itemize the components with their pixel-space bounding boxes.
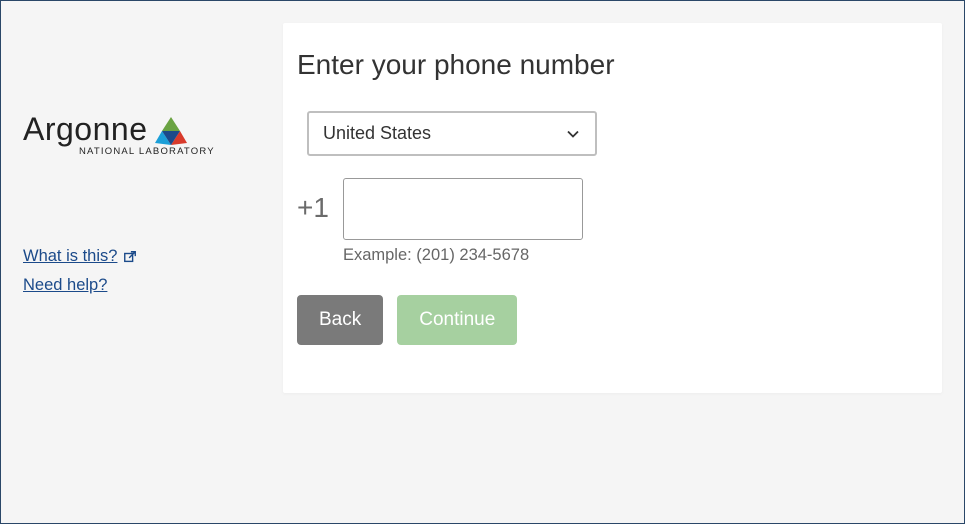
what-is-this-label: What is this? (23, 247, 117, 266)
logo-word: Argonne (23, 111, 147, 148)
country-selected-label: United States (323, 123, 431, 144)
country-select[interactable]: United States (307, 111, 597, 156)
need-help-label: Need help? (23, 276, 107, 295)
what-is-this-link[interactable]: What is this? (23, 247, 137, 266)
phone-example: Example: (201) 234-5678 (343, 246, 583, 265)
phone-column: Example: (201) 234-5678 (343, 178, 583, 265)
calling-code: +1 (297, 178, 329, 224)
page-title: Enter your phone number (297, 49, 912, 81)
chevron-down-icon (565, 126, 581, 142)
back-button[interactable]: Back (297, 295, 383, 345)
argonne-logo: Argonne NATIONAL LABORATORY (23, 111, 283, 157)
phone-row: +1 Example: (201) 234-5678 (297, 178, 912, 265)
country-select-shell[interactable]: United States (307, 111, 597, 156)
external-link-icon (123, 250, 137, 264)
continue-button[interactable]: Continue (397, 295, 517, 345)
logo-subtitle: NATIONAL LABORATORY (79, 146, 283, 157)
need-help-link[interactable]: Need help? (23, 276, 107, 295)
button-row: Back Continue (297, 295, 912, 345)
logo-row: Argonne (23, 111, 283, 148)
argonne-triangle-icon (153, 115, 189, 145)
phone-input[interactable] (343, 178, 583, 240)
sidebar-links: What is this? Need help? (23, 247, 283, 295)
page-container: Argonne NATIONAL LABORATORY What is this… (0, 0, 965, 524)
main-panel: Enter your phone number United States +1… (283, 23, 942, 393)
sidebar: Argonne NATIONAL LABORATORY What is this… (23, 23, 283, 501)
